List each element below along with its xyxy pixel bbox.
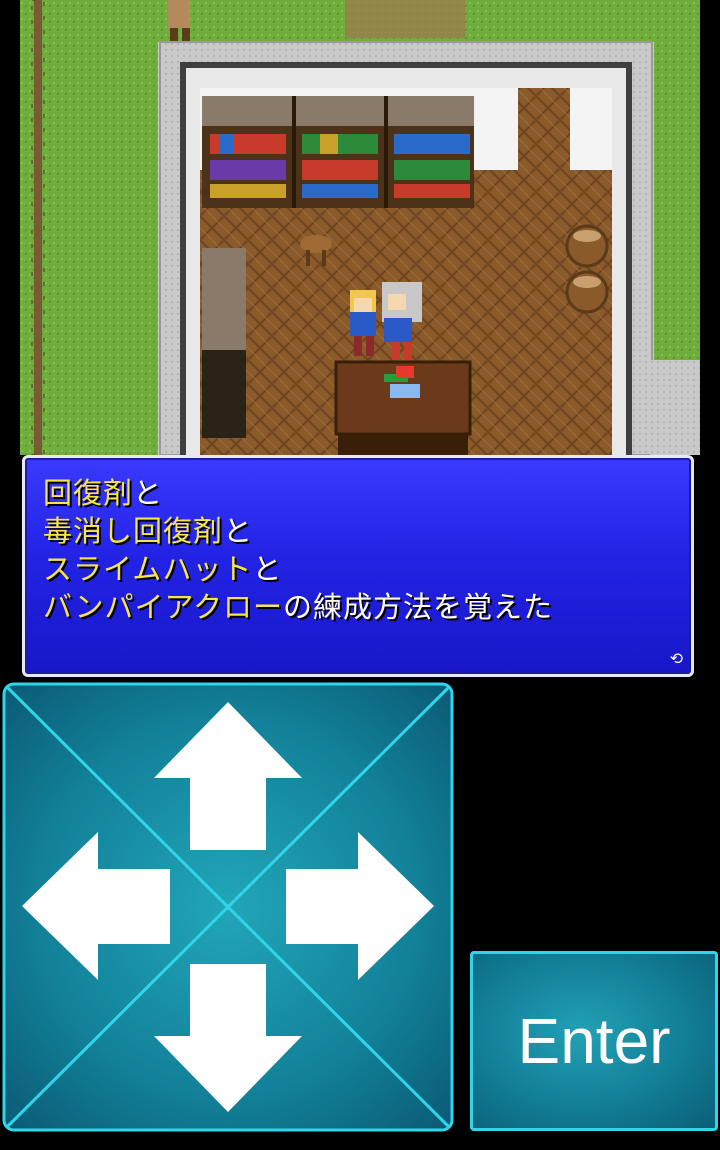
dialog-item-name: 回復剤 [43,476,134,510]
dialog-box[interactable]: 回復剤と 毒消し回復剤と スライムハットと バンパイアクローの練成方法を覚えた … [22,455,694,677]
dialog-line-1: 回復剤と [43,474,163,512]
dialog-text: と [223,514,254,548]
enter-button[interactable]: Enter [470,951,718,1131]
dialog-more-icon: ⟲ [669,649,683,668]
dpad[interactable] [2,682,454,1132]
dialog-text: と [133,476,164,510]
dialog-text: と [252,552,283,586]
dialog-line-2: 毒消し回復剤と [43,512,253,550]
dialog-item-name: スライムハット [43,552,253,586]
bookshelf [202,96,474,208]
game-map-scene [20,0,700,455]
dirt-patch [345,0,465,38]
dialog-text: の練成方法を覚えた [283,590,554,624]
dialog-line-4: バンパイアクローの練成方法を覚えた [43,588,553,626]
dialog-item-name: バンパイアクロー [43,590,284,624]
enter-button-label: Enter [517,1005,671,1077]
dialog-line-3: スライムハットと [43,550,282,588]
cabinet [202,248,246,438]
table [334,360,472,455]
dialog-item-name: 毒消し回復剤 [43,514,224,548]
